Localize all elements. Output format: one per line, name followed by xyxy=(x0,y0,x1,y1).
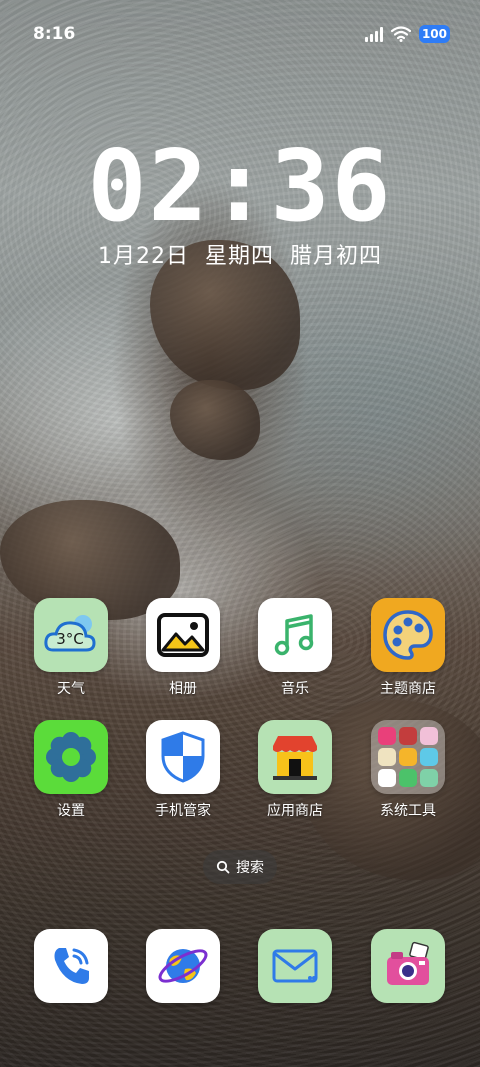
app-music[interactable]: 音乐 xyxy=(240,598,350,718)
palette-icon xyxy=(371,598,445,672)
weekday-text: 星期四 xyxy=(204,244,274,269)
clock-time[interactable]: 02:36 xyxy=(0,130,480,244)
app-phone-manager[interactable]: 手机管家 xyxy=(128,720,238,840)
app-label: 主题商店 xyxy=(380,681,436,697)
dock-messages[interactable] xyxy=(240,929,350,1005)
dock-phone[interactable] xyxy=(16,929,126,1005)
signal-icon xyxy=(364,26,383,42)
status-bar: 8:16 100 xyxy=(0,0,480,64)
music-icon xyxy=(258,598,332,672)
gallery-icon xyxy=(146,598,220,672)
app-label: 手机管家 xyxy=(155,803,211,819)
app-gallery[interactable]: 相册 xyxy=(128,598,238,718)
dock-browser[interactable] xyxy=(128,929,238,1005)
dock-camera[interactable] xyxy=(353,929,463,1005)
message-icon xyxy=(258,929,332,1003)
gear-icon xyxy=(34,720,108,794)
browser-icon xyxy=(146,929,220,1003)
app-folder-system-tools[interactable]: 系统工具 xyxy=(353,720,463,840)
app-label: 系统工具 xyxy=(380,803,436,819)
lunar-date-text: 腊月初四 xyxy=(290,244,383,269)
status-icons: 100 xyxy=(364,23,450,45)
store-icon xyxy=(258,720,332,794)
search-label: 搜索 xyxy=(236,860,264,876)
weather-icon: 3°C xyxy=(34,598,108,672)
home-screen: 8:16 100 02:36 1月22日 星期四 腊月初四 3°C 天气 相册 … xyxy=(0,0,480,1067)
search-button[interactable]: 搜索 xyxy=(203,850,277,884)
app-app-store[interactable]: 应用商店 xyxy=(240,720,350,840)
date-text: 1月22日 xyxy=(97,244,189,269)
app-theme-store[interactable]: 主题商店 xyxy=(353,598,463,718)
weather-temp: 3°C xyxy=(56,630,84,648)
app-settings[interactable]: 设置 xyxy=(16,720,126,840)
app-weather[interactable]: 3°C 天气 xyxy=(16,598,126,718)
app-label: 相册 xyxy=(169,681,197,697)
battery-indicator: 100 xyxy=(418,25,450,43)
folder-icon xyxy=(371,720,445,794)
phone-icon xyxy=(34,929,108,1003)
status-time: 8:16 xyxy=(33,24,76,44)
app-label: 设置 xyxy=(57,803,85,819)
app-label: 音乐 xyxy=(281,681,309,697)
camera-icon xyxy=(371,929,445,1003)
wifi-icon xyxy=(390,26,411,42)
folder-preview-grid xyxy=(376,725,440,789)
clock-date[interactable]: 1月22日 星期四 腊月初四 xyxy=(0,238,480,270)
app-label: 应用商店 xyxy=(267,803,323,819)
shield-icon xyxy=(146,720,220,794)
app-label: 天气 xyxy=(57,681,85,697)
search-icon xyxy=(216,860,230,874)
